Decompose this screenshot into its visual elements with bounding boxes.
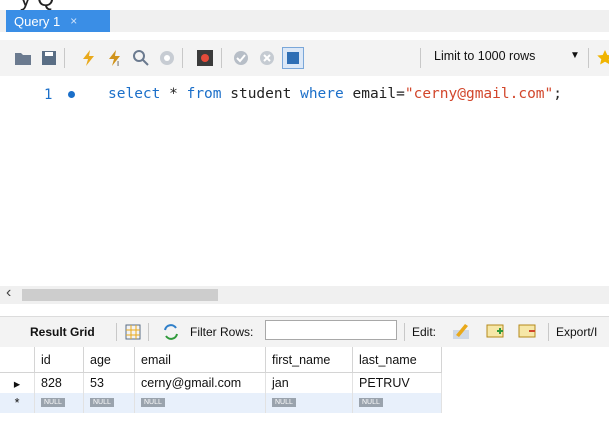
execute-icon[interactable] [80,49,98,67]
edit-row-icon[interactable] [452,322,470,340]
svg-text:I: I [117,60,119,67]
edit-label: Edit: [412,325,437,339]
tab-label: Query 1 [14,13,61,29]
execute-current-icon[interactable]: I [106,49,124,67]
grid-layout-icon[interactable] [124,323,142,341]
cell-age-new[interactable]: NULL [83,393,135,413]
cell-email[interactable]: cerny@gmail.com [134,372,266,393]
tab-bar: Query 1 × [0,10,609,32]
commit-icon[interactable] [232,49,250,67]
result-toolbar: Result Grid Filter Rows: Edit: Export/I [0,316,609,347]
separator [588,48,589,68]
rollback-icon[interactable] [258,49,276,67]
limit-rows-select[interactable]: Limit to 1000 rows [434,49,535,63]
cell-first-name-new[interactable]: NULL [265,393,353,413]
separator [221,48,222,68]
column-header-first-name[interactable]: first_name [265,347,353,373]
column-header-email[interactable]: email [134,347,266,373]
cell-id[interactable]: 828 [34,372,84,393]
explain-icon[interactable] [132,49,150,67]
result-grid: id age email first_name last_name ▸ 828 … [0,347,609,422]
current-row-icon: ▸ [0,372,35,393]
column-header-last-name[interactable]: last_name [352,347,442,373]
null-badge: NULL [41,398,65,407]
cell-id-new[interactable]: NULL [34,393,84,413]
window-title-fragment: y Q [0,0,609,10]
sql-statement[interactable]: select * from student where email="cerny… [108,86,562,102]
header-row: id age email first_name last_name [0,347,442,373]
new-row-icon: * [0,393,35,413]
insert-row-icon[interactable] [486,322,504,340]
cell-age[interactable]: 53 [83,372,135,393]
scrollbar-thumb[interactable] [22,289,218,301]
table-row[interactable]: ▸ 828 53 cerny@gmail.com jan PETRUV [0,372,442,393]
statement-marker-icon [68,91,75,98]
separator [548,323,549,341]
delete-row-icon[interactable] [518,322,536,340]
separator [116,323,117,341]
cell-first-name[interactable]: jan [265,372,353,393]
column-header-id[interactable]: id [34,347,84,373]
null-badge: NULL [272,398,296,407]
chevron-left-icon[interactable]: ‹ [6,284,11,302]
export-import-label[interactable]: Export/I [556,325,597,339]
stop-icon[interactable] [158,49,176,67]
refresh-filter-icon[interactable] [162,323,180,341]
separator [182,48,183,68]
line-number: 1 [44,87,53,103]
filter-rows-input[interactable] [265,320,397,340]
sql-editor[interactable]: 1 select * from student where email="cer… [0,76,609,280]
star-icon[interactable] [596,49,609,67]
separator [420,48,421,68]
result-table: id age email first_name last_name ▸ 828 … [0,347,442,413]
save-icon[interactable] [40,49,58,67]
null-badge: NULL [141,398,165,407]
cell-email-new[interactable]: NULL [134,393,266,413]
new-row[interactable]: * NULL NULL NULL NULL NULL [0,393,442,413]
tab-query-1[interactable]: Query 1 × [6,10,110,32]
folder-icon[interactable] [14,49,32,67]
separator [404,323,405,341]
autocommit-icon[interactable] [282,47,304,69]
row-selector-header [0,347,35,373]
null-badge: NULL [90,398,114,407]
separator [148,323,149,341]
toggle-continue-icon[interactable] [196,49,214,67]
chevron-down-icon[interactable]: ▼ [570,50,580,61]
result-grid-tab[interactable]: Result Grid [30,325,95,339]
horizontal-scrollbar[interactable]: ‹ [0,284,609,304]
cell-last-name-new[interactable]: NULL [352,393,442,413]
null-badge: NULL [359,398,383,407]
cell-last-name[interactable]: PETRUV [352,372,442,393]
column-header-age[interactable]: age [83,347,135,373]
close-icon[interactable]: × [70,14,77,28]
filter-rows-label: Filter Rows: [190,325,254,339]
separator [64,48,65,68]
